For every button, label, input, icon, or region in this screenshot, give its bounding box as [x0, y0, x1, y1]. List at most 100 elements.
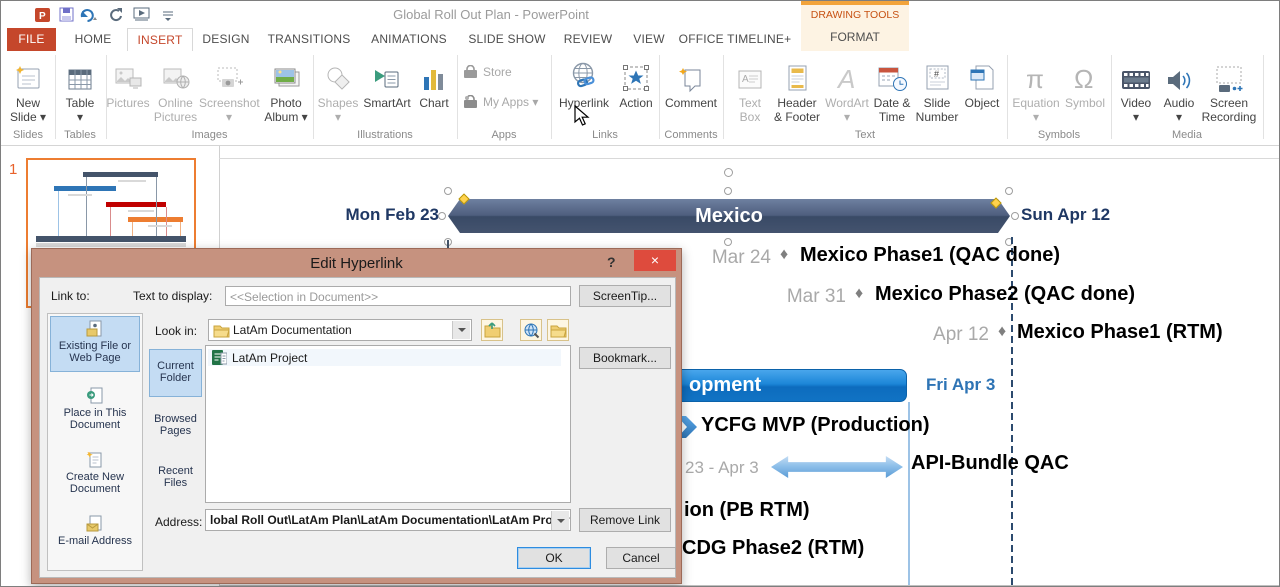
photo-album-button[interactable]: PhotoAlbum ▾: [261, 56, 311, 128]
look-in-combobox[interactable]: LatAm Documentation: [208, 319, 472, 341]
resize-handle[interactable]: [438, 212, 446, 220]
resize-handle[interactable]: [1011, 212, 1019, 220]
screenshot-icon: [199, 56, 259, 94]
date-time-icon: [869, 56, 915, 94]
save-icon[interactable]: [57, 6, 75, 23]
resize-handle[interactable]: [444, 187, 452, 195]
browse-file-button[interactable]: [547, 319, 569, 341]
dialog-body: Link to: Text to display: <<Selection in…: [39, 277, 676, 578]
window-title: Global Roll Out Plan - PowerPoint: [301, 7, 681, 22]
tab-file[interactable]: FILE: [7, 28, 56, 51]
bookmark-button[interactable]: Bookmark...: [579, 347, 671, 369]
tab-animations[interactable]: ANIMATIONS: [361, 28, 457, 51]
address-dropdown-button[interactable]: [551, 511, 569, 530]
ok-button[interactable]: OK: [517, 547, 591, 569]
text-to-display-input[interactable]: <<Selection in Document>>: [225, 286, 571, 306]
tab-design[interactable]: DESIGN: [195, 28, 257, 51]
resize-handle[interactable]: [724, 187, 732, 195]
date-time-button[interactable]: Date &Time: [869, 56, 915, 128]
sidebar-item-existing-file[interactable]: Existing File or Web Page: [50, 316, 140, 372]
resize-handle[interactable]: [1005, 187, 1013, 195]
equation-icon: π: [1009, 56, 1063, 94]
slide-bottom-line: [219, 585, 1280, 586]
svg-text:Ω: Ω: [1074, 64, 1093, 94]
cancel-button[interactable]: Cancel: [606, 547, 676, 569]
tab-home[interactable]: HOME: [63, 28, 123, 51]
remove-link-button[interactable]: Remove Link: [579, 508, 671, 532]
group-text: Text: [723, 129, 1007, 141]
tab-view[interactable]: VIEW: [623, 28, 675, 51]
redo-icon[interactable]: [107, 6, 125, 23]
tab-slideshow[interactable]: SLIDE SHOW: [459, 28, 555, 51]
timeline-start-date: Mon Feb 23: [345, 205, 439, 225]
my-apps-icon: [463, 95, 478, 109]
dialog-close-button[interactable]: ×: [634, 250, 676, 271]
contextual-stripe: [801, 1, 909, 5]
smartart-icon: [359, 56, 415, 94]
rotation-handle[interactable]: [724, 168, 733, 177]
canvas-top-border: [219, 158, 1280, 159]
audio-button[interactable]: Audio▾: [1158, 56, 1200, 128]
timeline-bar-mexico[interactable]: Mexico: [448, 199, 1010, 233]
text-box-icon: A: [727, 56, 773, 94]
my-apps-button: My Apps ▾: [463, 91, 538, 113]
video-icon: [1114, 56, 1158, 94]
slide-number-button[interactable]: # SlideNumber: [913, 56, 961, 128]
link-to-sidebar: Existing File or Web Page Place in This …: [47, 313, 143, 571]
chart-button[interactable]: Chart: [413, 56, 455, 128]
svg-text:A: A: [742, 74, 749, 85]
table-button[interactable]: Table▾: [57, 56, 103, 128]
undo-icon[interactable]: [79, 6, 97, 23]
sidebar-item-place-in-document[interactable]: Place in This Document: [50, 387, 140, 433]
shapes-button: Shapes▾: [315, 56, 361, 128]
dialog-help-button[interactable]: ?: [607, 254, 616, 270]
milestone-diamond-icon: ♦: [780, 246, 788, 264]
slide-number-icon: #: [913, 56, 961, 94]
place-current-folder[interactable]: Current Folder: [149, 349, 202, 397]
look-in-dropdown-button[interactable]: [452, 321, 470, 339]
file-list-item[interactable]: LatAm Project: [208, 349, 561, 366]
tab-insert[interactable]: INSERT: [127, 28, 193, 51]
place-recent-files[interactable]: Recent Files: [149, 457, 202, 501]
browse-folder-icon: [550, 323, 567, 338]
chevron-down-icon: [458, 328, 466, 332]
file-list[interactable]: LatAm Project: [205, 345, 571, 503]
new-slide-button[interactable]: NewSlide ▾: [4, 56, 52, 128]
action-button[interactable]: Action: [614, 56, 658, 128]
screentip-button[interactable]: ScreenTip...: [579, 285, 671, 307]
smartart-button[interactable]: SmartArt: [359, 56, 415, 128]
browse-web-button[interactable]: [520, 319, 542, 341]
equation-button: π Equation▾: [1009, 56, 1063, 128]
customize-qat-icon[interactable]: [159, 6, 177, 23]
video-button[interactable]: Video▾: [1114, 56, 1158, 128]
audio-icon: [1158, 56, 1200, 94]
address-combobox[interactable]: lobal Roll Out\LatAm Plan\LatAm Document…: [205, 509, 571, 531]
group-images: Images: [106, 129, 313, 141]
group-apps: Apps: [457, 129, 551, 141]
sidebar-item-label: Place in This Document: [64, 407, 127, 431]
tab-transitions[interactable]: TRANSITIONS: [259, 28, 359, 51]
up-folder-icon: [484, 322, 501, 338]
tab-office-timeline[interactable]: OFFICE TIMELINE+: [677, 28, 793, 51]
email-icon: [50, 515, 140, 533]
task-label: YCFG MVP (Production): [701, 414, 930, 437]
tab-review[interactable]: REVIEW: [557, 28, 619, 51]
resize-handle[interactable]: [724, 238, 732, 246]
start-slideshow-icon[interactable]: [133, 6, 151, 23]
place-browsed-pages[interactable]: Browsed Pages: [149, 405, 202, 449]
web-browse-icon: [523, 322, 540, 339]
sidebar-item-email[interactable]: E-mail Address: [50, 515, 140, 565]
object-button[interactable]: Object: [959, 56, 1005, 128]
milestone-date: Mar 24: [712, 247, 771, 269]
milestone-label: Mexico Phase1 (RTM): [1017, 321, 1223, 344]
sidebar-item-create-new[interactable]: Create New Document: [50, 451, 140, 497]
header-footer-button[interactable]: Header& Footer: [771, 56, 823, 128]
symbol-icon: Ω: [1061, 56, 1109, 94]
group-slides: Slides: [4, 129, 52, 141]
up-one-folder-button[interactable]: [481, 319, 503, 341]
tab-format[interactable]: FORMAT: [801, 30, 909, 44]
comment-button[interactable]: Comment: [661, 56, 721, 128]
group-tables: Tables: [57, 129, 103, 141]
screen-recording-button[interactable]: ScreenRecording: [1199, 56, 1259, 128]
symbol-button: Ω Symbol: [1061, 56, 1109, 128]
